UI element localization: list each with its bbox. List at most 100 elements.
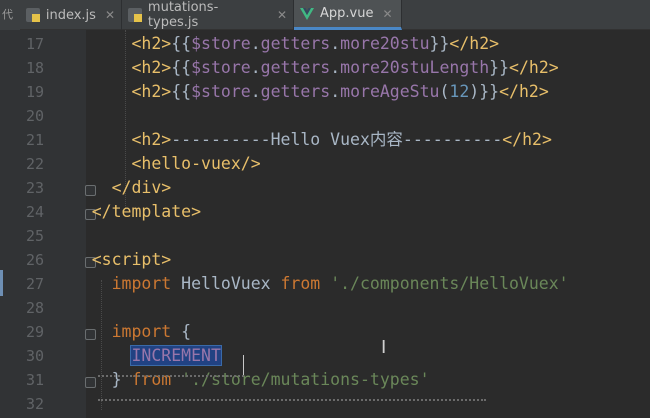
line-number: 24 bbox=[25, 203, 44, 221]
code-token: <h2> bbox=[131, 82, 172, 101]
code-line[interactable]: <script> bbox=[52, 248, 171, 272]
code-token: </h2> bbox=[509, 58, 559, 77]
code-line[interactable]: </div> bbox=[52, 176, 172, 200]
line-number: 22 bbox=[25, 155, 44, 173]
code-line[interactable]: <h2>{{$store.getters.more20stu}}</h2> bbox=[52, 32, 499, 56]
tab-index-js[interactable]: index.js ✕ bbox=[20, 0, 122, 30]
mouse-ibeam-cursor: I bbox=[381, 337, 387, 358]
selected-text: INCREMENT bbox=[130, 345, 222, 366]
code-token: . bbox=[330, 34, 341, 53]
code-token: { bbox=[171, 322, 192, 341]
gutter-stub-label: 代 bbox=[0, 0, 20, 30]
close-icon[interactable]: ✕ bbox=[382, 7, 392, 21]
code-line[interactable]: <h2>{{$store.getters.more20stuLength}}</… bbox=[52, 56, 559, 80]
code-line[interactable]: <h2>{{$store.getters.moreAgeStu(12)}}</h… bbox=[52, 80, 549, 104]
close-icon[interactable]: ✕ bbox=[277, 8, 287, 22]
code-token: . bbox=[250, 82, 261, 101]
warning-underline bbox=[98, 397, 486, 401]
code-token: $store bbox=[191, 58, 251, 77]
code-token: {{ bbox=[171, 82, 192, 101]
code-token: <hello-vuex/> bbox=[131, 154, 261, 173]
close-icon[interactable]: ✕ bbox=[105, 8, 115, 22]
code-line[interactable]: import { bbox=[52, 320, 191, 344]
code-token: . bbox=[330, 82, 341, 101]
code-token: . bbox=[330, 58, 341, 77]
code-token: more20stuLength bbox=[340, 58, 490, 77]
js-file-icon bbox=[26, 8, 40, 22]
line-number: 30 bbox=[25, 347, 44, 365]
code-token: </template> bbox=[91, 202, 202, 221]
tab-label: index.js bbox=[45, 7, 96, 23]
editor-tab-bar: 代 index.js ✕ mutations-types.js ✕ App.vu… bbox=[0, 0, 650, 30]
text-caret bbox=[243, 355, 244, 375]
code-token: getters bbox=[260, 34, 331, 53]
code-token: }} bbox=[429, 34, 450, 53]
code-token: . bbox=[250, 58, 261, 77]
code-token: more20stu bbox=[340, 34, 430, 53]
line-number: 27 bbox=[25, 275, 44, 293]
code-token: <h2> bbox=[131, 58, 172, 77]
code-token: $store bbox=[191, 34, 251, 53]
code-token: }} bbox=[489, 58, 510, 77]
line-number: 19 bbox=[25, 83, 44, 101]
tab-mutations-types-js[interactable]: mutations-types.js ✕ bbox=[122, 0, 294, 30]
code-token: moreAgeStu bbox=[340, 82, 440, 101]
code-token: </h2> bbox=[502, 130, 552, 149]
code-token: './components/HelloVuex' bbox=[330, 274, 569, 293]
code-token: from bbox=[280, 274, 321, 293]
vue-file-icon bbox=[300, 7, 314, 21]
line-number: 32 bbox=[25, 395, 44, 413]
code-line[interactable]: import HelloVuex from './components/Hell… bbox=[52, 272, 569, 296]
code-line[interactable]: <h2>----------Hello Vuex内容----------</h2… bbox=[52, 128, 552, 152]
code-token: . bbox=[250, 34, 261, 53]
code-token: </h2> bbox=[449, 34, 500, 53]
line-number: 17 bbox=[25, 35, 44, 53]
line-number: 18 bbox=[25, 59, 44, 77]
code-token: ( bbox=[439, 82, 450, 101]
code-token: getters bbox=[260, 58, 331, 77]
code-token: HelloVuex bbox=[171, 274, 281, 293]
code-token: <h2> bbox=[131, 34, 172, 53]
code-token: getters bbox=[260, 82, 331, 101]
code-token: import bbox=[111, 274, 172, 293]
code-token: {{ bbox=[171, 34, 192, 53]
code-token: $store bbox=[191, 82, 251, 101]
line-number: 28 bbox=[25, 299, 44, 317]
code-token: }} bbox=[479, 82, 500, 101]
line-number: 20 bbox=[25, 107, 44, 125]
line-number: 26 bbox=[25, 251, 44, 269]
code-token: 12 bbox=[449, 82, 470, 101]
code-token: ) bbox=[469, 82, 480, 101]
tab-app-vue[interactable]: App.vue ✕ bbox=[294, 0, 402, 30]
code-token: <script> bbox=[91, 250, 172, 269]
line-number: 23 bbox=[25, 179, 44, 197]
line-number: 21 bbox=[25, 131, 44, 149]
js-file-icon bbox=[128, 8, 142, 22]
code-token: import bbox=[111, 322, 172, 341]
code-line[interactable]: } from './store/mutations-types' bbox=[52, 368, 430, 392]
warning-underline bbox=[98, 373, 244, 377]
code-token: ----------Hello Vuex内容---------- bbox=[171, 130, 503, 149]
tab-label: App.vue bbox=[320, 6, 374, 21]
code-token: <h2> bbox=[131, 130, 172, 149]
code-line[interactable]: <hello-vuex/> bbox=[52, 152, 261, 176]
code-line[interactable]: INCREMENT bbox=[52, 344, 222, 368]
line-number: 31 bbox=[25, 371, 44, 389]
code-token: </div> bbox=[111, 178, 172, 197]
tab-label: mutations-types.js bbox=[147, 0, 219, 30]
code-line[interactable]: </template> bbox=[52, 200, 201, 224]
code-token: {{ bbox=[171, 58, 192, 77]
code-token: </h2> bbox=[499, 82, 549, 101]
line-number: 25 bbox=[25, 227, 44, 245]
